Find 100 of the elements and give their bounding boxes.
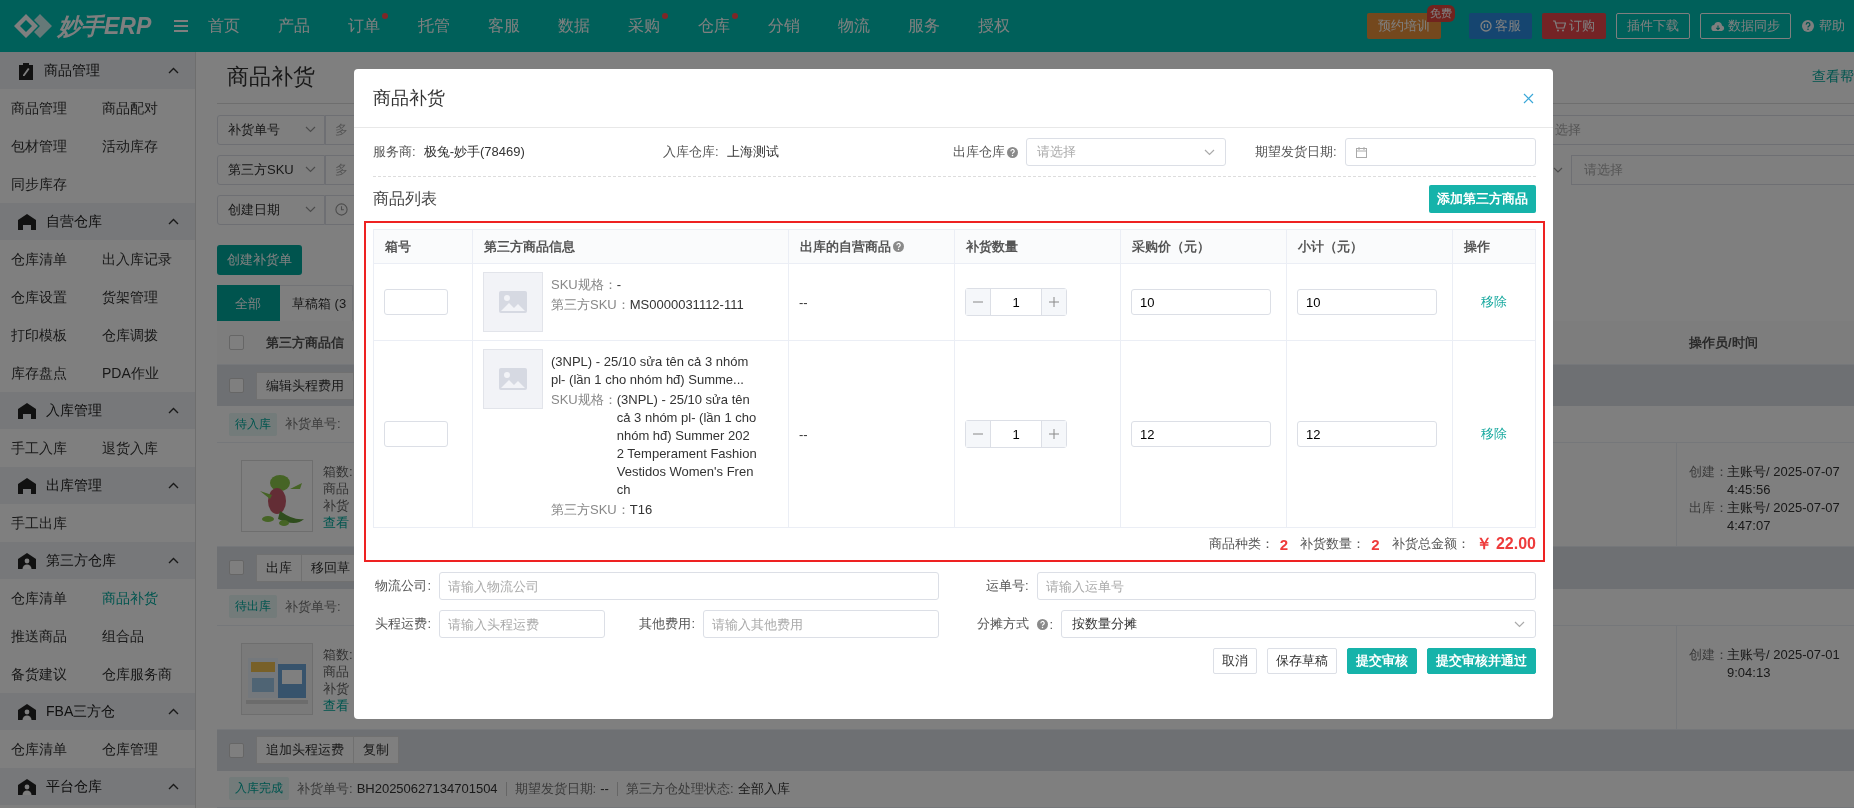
filter-select[interactable]: 补货单号 bbox=[217, 114, 325, 145]
quantity-stepper[interactable]: 1 bbox=[965, 288, 1067, 316]
sidebar-item[interactable]: 出入库记录 bbox=[102, 240, 195, 278]
dialog-button[interactable]: 取消 bbox=[1213, 648, 1257, 674]
customer-service-button[interactable]: 客服 bbox=[1469, 13, 1532, 39]
table-cell: -- bbox=[799, 294, 808, 310]
details-link[interactable]: 查看 bbox=[323, 514, 353, 532]
increase-button[interactable] bbox=[1041, 289, 1066, 315]
dialog-button[interactable]: 提交审核并通过 bbox=[1427, 648, 1536, 674]
sidebar-item[interactable]: 仓库设置 bbox=[11, 278, 102, 316]
tab[interactable]: 全部 bbox=[217, 284, 280, 322]
order-button[interactable]: 订购 bbox=[1542, 13, 1606, 39]
sidebar-item[interactable]: 手工入库 bbox=[11, 429, 102, 467]
close-icon[interactable] bbox=[1523, 92, 1534, 104]
decrease-button[interactable] bbox=[966, 421, 991, 447]
sidebar-item[interactable]: 退货入库 bbox=[102, 429, 195, 467]
sidebar-item[interactable]: 手工出库 bbox=[11, 504, 102, 542]
summary-label: 补货数量： bbox=[1300, 535, 1366, 553]
chevron-down-icon bbox=[305, 206, 316, 214]
sidebar-section-header[interactable]: 商品管理 bbox=[0, 52, 195, 89]
action-button[interactable]: 追加头程运费 bbox=[256, 736, 354, 765]
warehouse-select[interactable]: 请选择 bbox=[1026, 138, 1226, 166]
minus-icon bbox=[973, 301, 983, 303]
summary-label: 商品种类： bbox=[1208, 535, 1274, 553]
chevron-down-icon bbox=[1204, 148, 1215, 156]
field-label: 出库仓库 bbox=[953, 143, 1005, 161]
sidebar-item[interactable]: 仓库清单 bbox=[11, 240, 102, 278]
other-cost-field[interactable]: 请输入其他费用 bbox=[703, 610, 939, 638]
checkbox[interactable] bbox=[229, 378, 244, 394]
checkbox[interactable] bbox=[229, 335, 244, 350]
sidebar-item[interactable]: 同步库存 bbox=[11, 165, 102, 203]
sidebar-section-header[interactable]: 平台仓库 bbox=[0, 768, 195, 805]
sidebar-section-header[interactable]: 自营仓库 bbox=[0, 203, 195, 240]
subtotal-input[interactable]: 10 bbox=[1297, 289, 1437, 315]
help-link[interactable]: 查看帮 bbox=[1812, 68, 1854, 87]
checkbox[interactable] bbox=[229, 560, 244, 576]
sidebar-item[interactable]: 商品配对 bbox=[102, 89, 195, 127]
subtotal-input[interactable]: 12 bbox=[1297, 421, 1437, 447]
sidebar-item[interactable]: 仓库管理 bbox=[102, 730, 195, 768]
sidebar-section-header[interactable]: 入库管理 bbox=[0, 392, 195, 429]
operator-time: 主账号/ 2025-07-01 9:04:13 bbox=[1727, 645, 1840, 682]
dialog-button[interactable]: 提交审核 bbox=[1347, 648, 1417, 674]
action-button[interactable]: 出库 bbox=[256, 553, 302, 582]
sidebar-item[interactable]: 推送商品 bbox=[11, 617, 102, 655]
increase-button[interactable] bbox=[1041, 421, 1066, 447]
price-input[interactable]: 12 bbox=[1131, 421, 1271, 447]
box-number-field[interactable] bbox=[384, 289, 448, 315]
sidebar-section-header[interactable]: 第三方仓库 bbox=[0, 542, 195, 579]
sidebar-item[interactable]: 组合品 bbox=[102, 617, 195, 655]
filter-select[interactable]: 第三方SKU bbox=[217, 154, 325, 185]
field-value: 极兔-妙手(78469) bbox=[423, 143, 525, 161]
remove-link[interactable]: 移除 bbox=[1481, 293, 1507, 311]
field-value: -- bbox=[600, 781, 609, 797]
table-cell: -- bbox=[799, 426, 808, 442]
date-field[interactable] bbox=[1344, 138, 1536, 166]
sidebar-item[interactable]: 商品补货 bbox=[102, 579, 195, 617]
action-button[interactable]: 复制 bbox=[353, 736, 399, 765]
price-input[interactable]: 10 bbox=[1131, 289, 1271, 315]
filter-select[interactable]: 创建日期 bbox=[217, 194, 325, 225]
sidebar-item[interactable]: 仓库清单 bbox=[11, 730, 102, 768]
sidebar-item[interactable]: 商品管理 bbox=[11, 89, 102, 127]
info-label: 商品 bbox=[323, 480, 350, 498]
sidebar-item[interactable]: 仓库调拨 bbox=[102, 316, 195, 354]
field-label: 入库仓库: bbox=[663, 143, 719, 161]
freight-cost-field[interactable]: 请输入头程运费 bbox=[439, 610, 605, 638]
logistics-company-field[interactable]: 请输入物流公司 bbox=[439, 572, 939, 600]
menu-icon[interactable] bbox=[174, 20, 188, 32]
dialog-button[interactable]: 保存草稿 bbox=[1267, 648, 1337, 674]
details-link[interactable]: 查看 bbox=[323, 696, 353, 714]
sidebar-item[interactable]: 货架管理 bbox=[102, 278, 195, 316]
add-product-button[interactable]: 添加第三方商品 bbox=[1429, 185, 1536, 213]
action-button[interactable]: 编辑头程费用 bbox=[256, 371, 354, 400]
sidebar-item[interactable]: 仓库服务商 bbox=[102, 655, 195, 693]
status-tag: 入库完成 bbox=[229, 777, 289, 801]
summary-value: ￥ 22.00 bbox=[1475, 533, 1536, 554]
info-label: 箱数: bbox=[323, 463, 353, 481]
sidebar-section-header[interactable]: FBA三方仓 bbox=[0, 693, 195, 730]
sidebar-item[interactable]: 包材管理 bbox=[11, 127, 102, 165]
waybill-number-field[interactable]: 请输入运单号 bbox=[1036, 572, 1536, 600]
sidebar-section-header[interactable]: 出库管理 bbox=[0, 467, 195, 504]
box-number-field[interactable] bbox=[384, 421, 448, 447]
checkbox[interactable] bbox=[229, 742, 244, 758]
house-icon bbox=[18, 477, 36, 494]
warehouse-person-icon bbox=[18, 552, 36, 569]
sidebar-item[interactable]: 库存盘点 bbox=[11, 354, 102, 392]
sidebar-item[interactable]: 备货建议 bbox=[11, 655, 102, 693]
sidebar-item[interactable]: PDA作业 bbox=[102, 354, 195, 392]
info-label: 补货 bbox=[323, 679, 350, 697]
column-header: 操作 bbox=[1453, 230, 1536, 264]
decrease-button[interactable] bbox=[966, 289, 991, 315]
sidebar-item[interactable]: 仓库清单 bbox=[11, 579, 102, 617]
create-button[interactable]: 创建补货单 bbox=[217, 244, 302, 275]
field-label: 第三方SKU： bbox=[551, 296, 630, 314]
field-label: 运单号: bbox=[984, 577, 1029, 595]
sidebar-item[interactable]: 活动库存 bbox=[102, 127, 195, 165]
help-icon bbox=[1007, 146, 1018, 158]
split-method-select[interactable]: 按数量分摊 bbox=[1061, 610, 1536, 638]
remove-link[interactable]: 移除 bbox=[1481, 425, 1507, 443]
quantity-stepper[interactable]: 1 bbox=[965, 420, 1067, 448]
sidebar-item[interactable]: 打印模板 bbox=[11, 316, 102, 354]
